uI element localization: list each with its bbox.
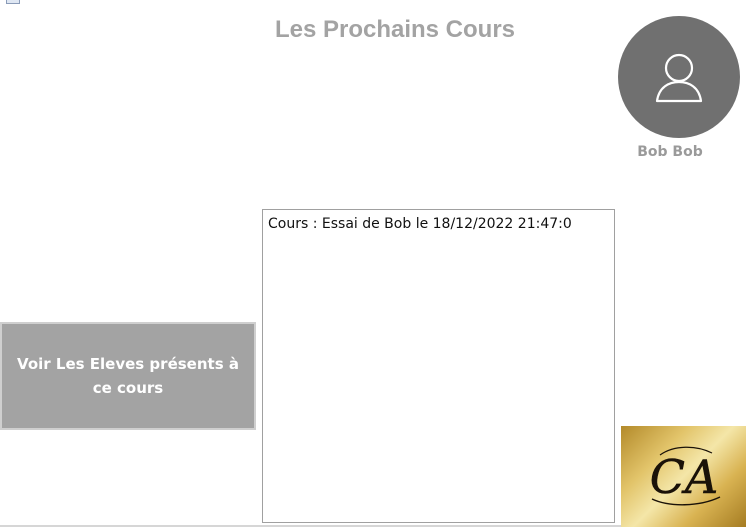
user-name: Bob Bob [637,144,703,160]
user-icon [655,53,703,103]
view-students-button[interactable]: Voir Les Eleves présents à ce cours [0,322,256,430]
course-list-item[interactable]: Cours : Essai de Bob le 18/12/2022 21:47… [263,210,614,232]
page: Les Prochains Cours Bob Bob Cours : Essa… [0,0,746,527]
window-icon [6,0,20,4]
svg-text:CA: CA [649,450,717,504]
monogram-glyph: CA [649,446,720,505]
course-list[interactable]: Cours : Essai de Bob le 18/12/2022 21:47… [262,209,615,523]
view-students-button-label: Voir Les Eleves présents à ce cours [17,355,239,397]
ca-monogram-logo: CA [621,426,746,527]
user-avatar[interactable] [618,16,740,138]
